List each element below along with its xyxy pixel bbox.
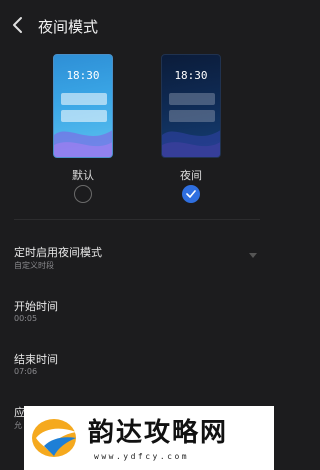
preview-card [169,93,215,105]
preview-clock: 18:30 [66,69,100,82]
setting-subtitle: 自定义时段 [14,261,54,270]
day-mode-preview[interactable]: 18:30 [53,54,113,158]
setting-title: 定时启用夜间模式 [14,246,102,259]
dropdown-arrow-icon[interactable] [249,253,257,258]
end-time-row[interactable]: 结束时间 07:06 [0,351,274,381]
header: 夜间模式 [0,0,274,48]
night-mode-radio[interactable] [182,185,200,203]
watermark-logo-icon [32,419,76,457]
night-mode-label: 夜间 [180,169,202,182]
watermark-url: www.ydfcy.com [94,452,190,461]
wallpaper-wave [54,130,112,157]
setting-subtitle: 07:06 [14,367,38,376]
setting-title: 结束时间 [14,353,58,366]
preview-card [61,93,107,105]
setting-subtitle: 00:05 [14,314,38,323]
check-icon [186,190,196,198]
page-title: 夜间模式 [38,18,99,36]
day-mode-radio[interactable] [74,185,92,203]
day-mode-label: 默认 [72,169,94,182]
night-mode-preview[interactable]: 18:30 [161,54,221,158]
scheduled-night-mode-row[interactable]: 定时启用夜间模式 自定义时段 [0,244,274,274]
mode-previews: 18:30 18:30 默认 夜间 [0,54,274,204]
setting-subtitle: 允 [14,421,22,430]
divider [14,219,260,220]
start-time-row[interactable]: 开始时间 00:05 [0,298,274,328]
watermark: 韵达攻略网 www.ydfcy.com [24,406,274,470]
chevron-left-icon[interactable] [10,16,26,34]
setting-title: 开始时间 [14,300,58,313]
preview-clock: 18:30 [174,69,208,82]
wallpaper-wave [162,130,220,157]
watermark-text: 韵达攻略网 [88,418,229,448]
